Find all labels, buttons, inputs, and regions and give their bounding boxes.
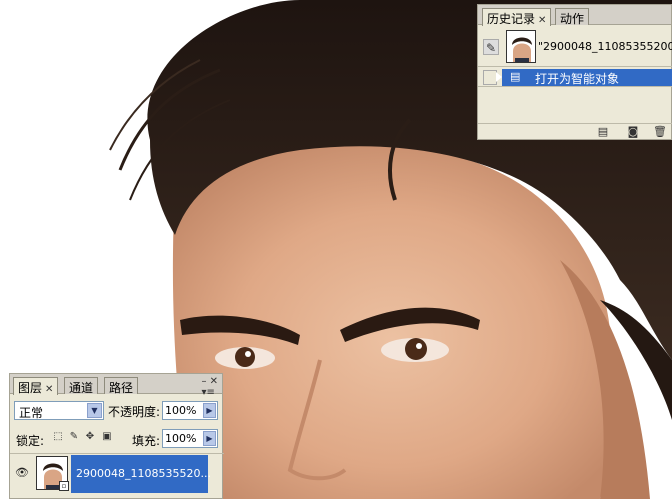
layers-tabbar: 图层 ✕ 通道 路径 – ✕ ▾≡ [10,374,222,398]
history-footer: ▤ ◙ 🗑 [478,123,672,139]
tab-channels[interactable]: 通道 [64,377,99,395]
tab-history-label: 历史记录 [487,12,536,26]
layer-name: 2900048_1108535520... [76,467,211,480]
lock-transparency-icon[interactable]: ⬚ [52,431,64,443]
chevron-right-icon[interactable]: ▶ [203,431,216,446]
snapshot-thumbnail [506,30,536,63]
tab-layers[interactable]: 图层 ✕ [13,377,59,395]
history-source-checkbox[interactable] [483,70,497,85]
camera-icon[interactable]: ◙ [626,125,640,138]
layers-panel: 图层 ✕ 通道 路径 – ✕ ▾≡ 正常 ▼ 不透明度: 100% ▶ 锁定: ⬚ … [9,373,224,499]
history-tabbar: 历史记录 ✕ 动作 [478,5,671,26]
tab-actions[interactable]: 动作 [555,8,590,26]
chevron-down-icon[interactable]: ▼ [87,403,102,418]
tab-actions-label: 动作 [560,12,585,26]
layer-row[interactable]: 👁 ▫ 2900048_1108535520... [10,453,224,493]
tab-layers-label: 图层 [18,381,43,395]
opacity-value: 100% [165,404,197,417]
new-document-icon[interactable]: ▤ [596,125,610,138]
fill-field[interactable]: 100% ▶ [162,429,218,448]
snapshot-name: "2900048_11085355200... [538,40,672,53]
history-brush-icon[interactable]: ✎ [483,39,499,55]
smart-object-icon: ▫ [59,481,69,491]
chevron-right-icon[interactable]: ▶ [203,403,216,418]
layers-lock-row: 锁定: ⬚ ✎ ✥ ▣ 填充: 100% ▶ [10,426,224,450]
history-state-row[interactable]: ▤ 打开为智能对象 [478,68,672,87]
tab-channels-label: 通道 [69,381,94,395]
close-icon[interactable]: ✕ [45,384,53,395]
tab-paths-label: 路径 [109,381,134,395]
lock-label: 锁定: [16,434,45,448]
open-document-icon: ▤ [510,70,521,83]
history-state-slider-icon[interactable] [496,72,502,82]
history-snapshot-row[interactable]: ✎ "2900048_11085355200... [478,27,672,67]
lock-move-icon[interactable]: ✥ [84,431,96,443]
lock-brush-icon[interactable]: ✎ [68,431,80,443]
fill-value: 100% [165,432,197,445]
trash-icon[interactable]: 🗑 [653,125,667,138]
history-state-label: 打开为智能对象 [535,72,620,86]
panel-menu-icon[interactable]: – ✕ ▾≡ [201,376,218,398]
tab-history[interactable]: 历史记录 ✕ [482,8,552,26]
blend-mode-select[interactable]: 正常 ▼ [14,401,104,420]
lock-all-icon[interactable]: ▣ [101,431,113,443]
fill-label: 填充: [132,434,161,448]
opacity-label: 不透明度: [108,405,161,419]
eye-icon[interactable]: 👁 [14,465,30,481]
layers-blend-row: 正常 ▼ 不透明度: 100% ▶ [10,398,224,422]
history-panel: 历史记录 ✕ 动作 ✎ "2900048_11085355200... ▤ 打开为… [477,4,672,140]
close-icon[interactable]: ✕ [538,15,546,26]
opacity-field[interactable]: 100% ▶ [162,401,218,420]
blend-mode-value: 正常 [19,406,44,420]
tab-paths[interactable]: 路径 [104,377,139,395]
